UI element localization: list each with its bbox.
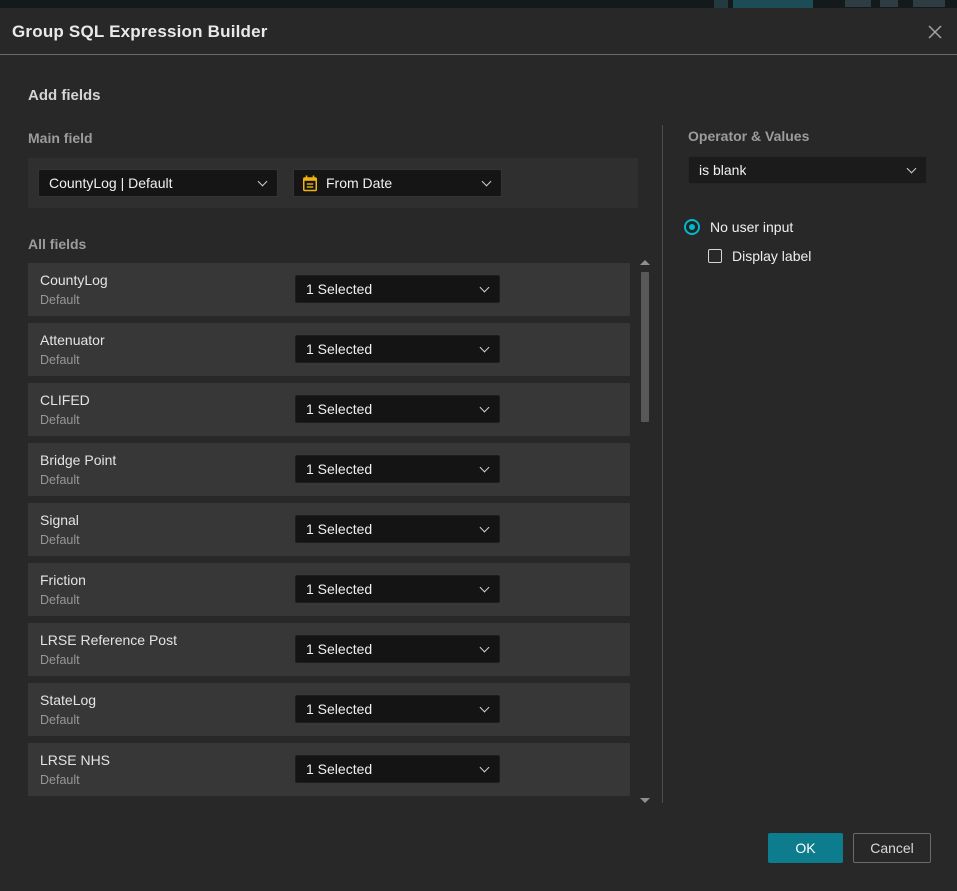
field-selection-select[interactable]: 1 Selected [295, 695, 500, 723]
main-field-select-value: From Date [326, 175, 392, 191]
field-default-label: Default [40, 413, 80, 427]
dialog-titlebar: Group SQL Expression Builder [0, 8, 957, 55]
field-selection-select[interactable]: 1 Selected [295, 335, 500, 363]
field-selection-value: 1 Selected [306, 701, 372, 717]
field-row: StateLog Default 1 Selected [28, 683, 630, 736]
group-sql-expression-builder-dialog: Group SQL Expression Builder Add fields … [0, 8, 957, 891]
background-fragment [845, 0, 871, 7]
field-selection-value: 1 Selected [306, 521, 372, 537]
cancel-button[interactable]: Cancel [853, 833, 931, 863]
main-field-panel: CountyLog | Default From Date [28, 158, 638, 208]
close-icon[interactable] [925, 22, 945, 42]
operator-values-label: Operator & Values [688, 128, 809, 144]
background-fragment [714, 0, 728, 8]
radio-selected-icon [684, 219, 700, 235]
field-selection-value: 1 Selected [306, 401, 372, 417]
field-selection-select[interactable]: 1 Selected [295, 755, 500, 783]
chevron-down-icon [480, 463, 490, 473]
all-fields-label: All fields [28, 236, 86, 252]
field-selection-value: 1 Selected [306, 761, 372, 777]
field-selection-value: 1 Selected [306, 281, 372, 297]
field-name: StateLog [40, 692, 96, 708]
chevron-down-icon [480, 343, 490, 353]
operator-select-value: is blank [699, 162, 746, 178]
scroll-up-icon[interactable] [640, 260, 650, 265]
chevron-down-icon [480, 403, 490, 413]
field-selection-value: 1 Selected [306, 461, 372, 477]
chevron-down-icon [258, 177, 268, 187]
field-default-label: Default [40, 773, 80, 787]
field-row: Signal Default 1 Selected [28, 503, 630, 556]
no-user-input-radio[interactable]: No user input [684, 219, 793, 235]
panel-divider [662, 125, 663, 803]
field-row: CLIFED Default 1 Selected [28, 383, 630, 436]
field-name: Bridge Point [40, 452, 116, 468]
add-fields-heading: Add fields [28, 87, 101, 104]
dialog-footer: OK Cancel [0, 833, 957, 863]
chevron-down-icon [480, 583, 490, 593]
field-selection-select[interactable]: 1 Selected [295, 515, 500, 543]
field-name: CountyLog [40, 272, 108, 288]
field-name: Signal [40, 512, 79, 528]
scrollbar-thumb[interactable] [641, 272, 649, 422]
chevron-down-icon [480, 283, 490, 293]
field-row: LRSE Reference Post Default 1 Selected [28, 623, 630, 676]
background-fragment [913, 0, 945, 7]
field-default-label: Default [40, 473, 80, 487]
field-selection-select[interactable]: 1 Selected [295, 575, 500, 603]
field-row: Bridge Point Default 1 Selected [28, 443, 630, 496]
operator-select[interactable]: is blank [688, 156, 927, 184]
field-default-label: Default [40, 353, 80, 367]
field-selection-select[interactable]: 1 Selected [295, 635, 500, 663]
field-selection-value: 1 Selected [306, 641, 372, 657]
field-default-label: Default [40, 593, 80, 607]
background-fragment [880, 0, 898, 7]
scroll-down-icon[interactable] [640, 798, 650, 803]
field-row: Friction Default 1 Selected [28, 563, 630, 616]
background-fragment [733, 0, 813, 8]
background-app-strip [0, 0, 957, 8]
chevron-down-icon [480, 763, 490, 773]
field-selection-select[interactable]: 1 Selected [295, 395, 500, 423]
field-default-label: Default [40, 713, 80, 727]
field-name: LRSE Reference Post [40, 632, 177, 648]
chevron-down-icon [482, 177, 492, 187]
field-selection-value: 1 Selected [306, 581, 372, 597]
field-row: LRSE NHS Default 1 Selected [28, 743, 630, 796]
checkbox-unchecked-icon [708, 249, 722, 263]
field-default-label: Default [40, 653, 80, 667]
field-selection-select[interactable]: 1 Selected [295, 455, 500, 483]
field-row: CountyLog Default 1 Selected [28, 263, 630, 316]
main-field-label: Main field [28, 130, 93, 146]
chevron-down-icon [480, 523, 490, 533]
field-default-label: Default [40, 293, 80, 307]
field-name: CLIFED [40, 392, 90, 408]
main-field-select[interactable]: From Date [293, 169, 502, 197]
checkbox-label: Display label [732, 248, 811, 264]
field-name: LRSE NHS [40, 752, 110, 768]
field-selection-select[interactable]: 1 Selected [295, 275, 500, 303]
calendar-icon [302, 175, 318, 192]
field-selection-value: 1 Selected [306, 341, 372, 357]
main-layer-select-value: CountyLog | Default [49, 175, 173, 191]
display-label-checkbox[interactable]: Display label [708, 248, 811, 264]
all-fields-list: CountyLog Default 1 Selected Attenuator … [28, 263, 630, 803]
chevron-down-icon [480, 703, 490, 713]
field-default-label: Default [40, 533, 80, 547]
main-layer-select[interactable]: CountyLog | Default [38, 169, 278, 197]
field-name: Attenuator [40, 332, 105, 348]
field-row: Attenuator Default 1 Selected [28, 323, 630, 376]
radio-label: No user input [710, 219, 793, 235]
fields-scrollbar[interactable] [637, 258, 653, 811]
dialog-title: Group SQL Expression Builder [12, 8, 268, 55]
field-name: Friction [40, 572, 86, 588]
chevron-down-icon [480, 643, 490, 653]
ok-button[interactable]: OK [768, 833, 843, 863]
chevron-down-icon [907, 164, 917, 174]
